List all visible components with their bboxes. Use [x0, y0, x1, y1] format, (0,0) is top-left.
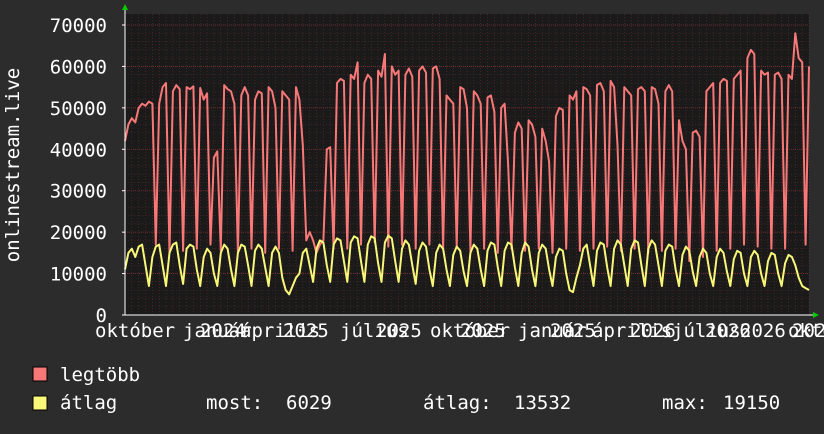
- x-tick-label: 2024: [200, 320, 246, 342]
- y-tick-label: 50000: [50, 98, 107, 120]
- stat-atlag-value: 13532: [514, 392, 571, 414]
- stat-most-value: 6029: [286, 392, 332, 414]
- stat-atlag-label: átlag:: [423, 392, 492, 414]
- y-tick-label: 30000: [50, 181, 107, 203]
- y-axis-label: onlinestream.live: [2, 68, 24, 262]
- line-chart: 010000200003000040000500006000070000 okt…: [0, 0, 824, 430]
- x-tick-label: október: [95, 320, 175, 342]
- x-tick-label: 2025: [460, 320, 506, 342]
- stat-most-label: most:: [206, 392, 263, 414]
- legend-label-atlag: átlag: [60, 392, 117, 414]
- x-tick-label: 2026: [630, 320, 676, 342]
- x-tick-label: 2025: [550, 320, 596, 342]
- y-tick-label: 10000: [50, 264, 107, 286]
- x-tick-label: 2025: [283, 320, 329, 342]
- stat-max-label: max:: [662, 392, 708, 414]
- x-tick-label: 2026: [792, 320, 824, 342]
- y-tick-label: 60000: [50, 56, 107, 78]
- y-tick-label: 70000: [50, 15, 107, 37]
- x-tick-labels: október január2024április2025 július2025 ok…: [95, 320, 824, 342]
- minor-grid: [124, 14, 810, 316]
- y-tick-label: 40000: [50, 139, 107, 161]
- x-tick-label: 2026: [740, 320, 786, 342]
- legend-swatch-atlag: [32, 395, 48, 411]
- chart-container: 0 10000 20000 30000 40000 50000 60000 70000 okt…: [0, 0, 824, 430]
- stat-max-value: 19150: [723, 392, 780, 414]
- legend-swatch-legtobb: [32, 366, 48, 382]
- y-tick-label: 20000: [50, 222, 107, 244]
- x-tick-label: 2025: [376, 320, 422, 342]
- legend-label-legtobb: legtöbb: [60, 364, 140, 386]
